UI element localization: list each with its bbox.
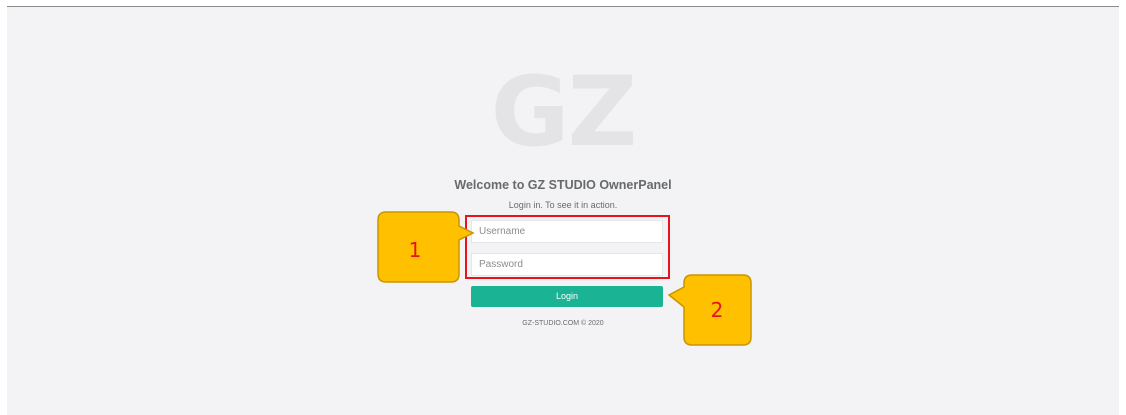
callout-2-shape	[667, 274, 752, 346]
callout-2-number: 2	[710, 298, 724, 322]
